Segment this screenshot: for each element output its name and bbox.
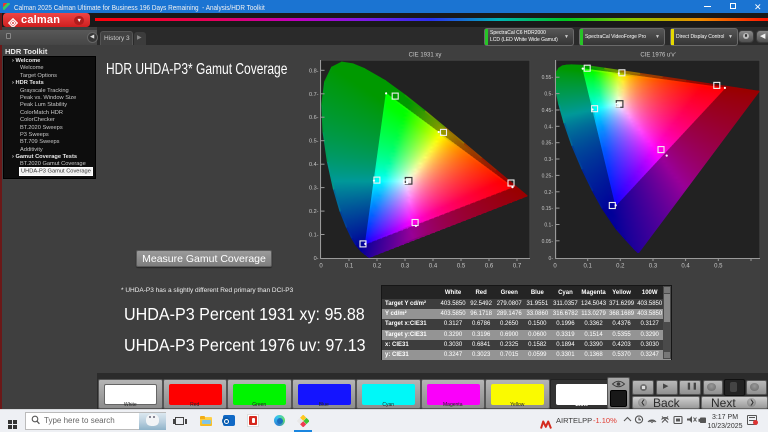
svg-text:0.1-: 0.1- [544, 223, 553, 229]
svg-text:0.5-: 0.5- [544, 92, 553, 98]
svg-text:0.25-: 0.25- [542, 173, 554, 179]
svg-text:0.5: 0.5 [714, 264, 723, 270]
svg-text:0.35-: 0.35- [542, 141, 554, 147]
svg-text:0.2: 0.2 [616, 264, 625, 270]
svg-text:0-: 0- [549, 256, 554, 262]
svg-text:0.05-: 0.05- [542, 239, 554, 245]
svg-text:0.15-: 0.15- [542, 206, 554, 212]
svg-text:0.2-: 0.2- [544, 190, 553, 196]
svg-text:CIE 1976 u′v′: CIE 1976 u′v′ [640, 53, 676, 59]
svg-text:0.55-: 0.55- [542, 75, 554, 81]
svg-text:0.4: 0.4 [681, 264, 690, 270]
svg-text:0.3: 0.3 [649, 264, 658, 270]
svg-text:0.1: 0.1 [584, 264, 593, 270]
svg-text:0.45-: 0.45- [542, 108, 554, 114]
svg-text:0: 0 [553, 264, 557, 270]
svg-text:0.4-: 0.4- [544, 124, 553, 130]
svg-text:0.3-: 0.3- [544, 157, 553, 163]
